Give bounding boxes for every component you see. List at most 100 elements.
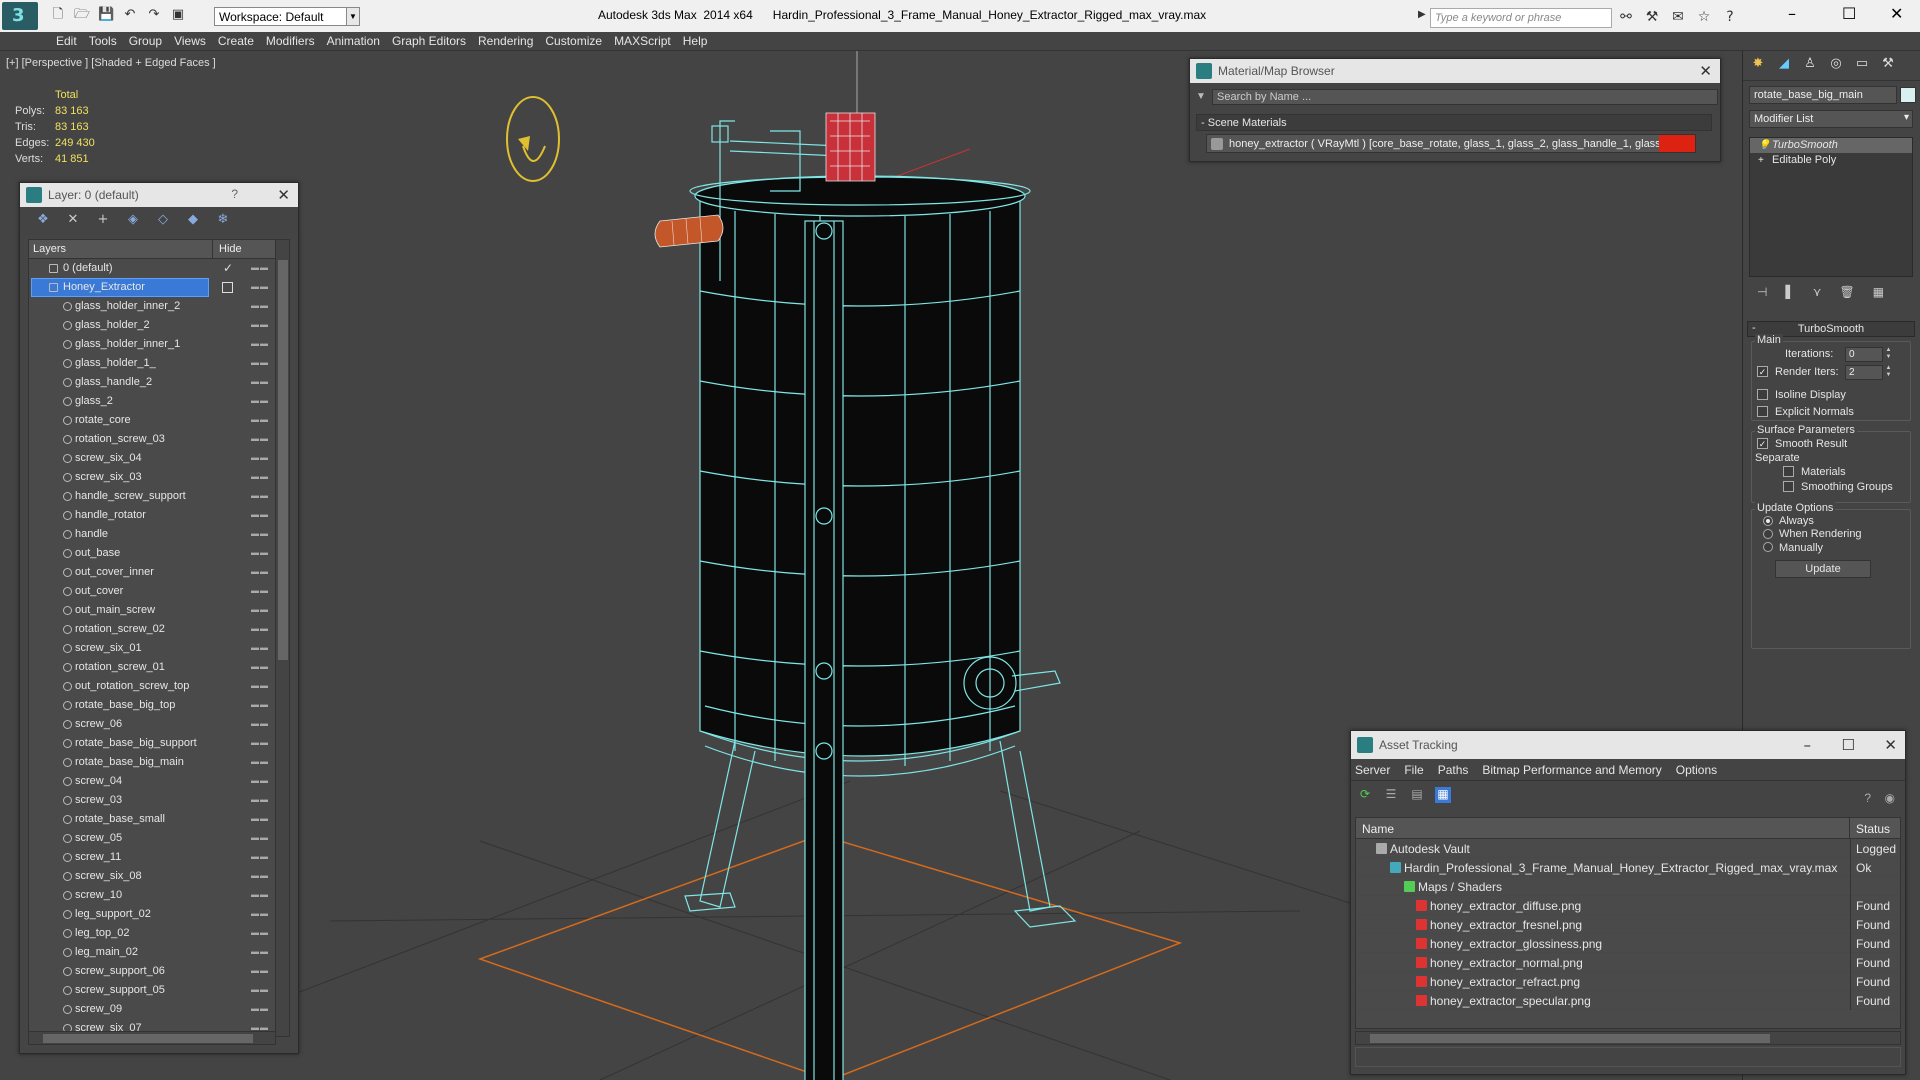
- hide-toggle[interactable]: ▬▬: [251, 738, 269, 747]
- viewport-label[interactable]: [+] [Perspective ] [Shaded + Edged Faces…: [6, 57, 216, 69]
- hide-toggle[interactable]: ▬▬: [251, 263, 269, 272]
- workspace-menu-arrow[interactable]: ▼: [346, 7, 360, 26]
- add-selection-icon[interactable]: +: [94, 211, 112, 229]
- hide-toggle[interactable]: ▬▬: [251, 985, 269, 994]
- hide-toggle[interactable]: ▬▬: [251, 358, 269, 367]
- layer-object-row[interactable]: screw_support_06 ▬▬: [29, 962, 289, 981]
- material-item[interactable]: honey_extractor ( VRayMtl ) [core_base_r…: [1206, 134, 1696, 153]
- asset-row[interactable]: Hardin_Professional_3_Frame_Manual_Honey…: [1356, 858, 1900, 877]
- layer-object-row[interactable]: screw_six_08 ▬▬: [29, 867, 289, 886]
- hide-toggle[interactable]: ▬▬: [251, 928, 269, 937]
- layer-object-row[interactable]: screw_six_01 ▬▬: [29, 639, 289, 658]
- layer-object-row[interactable]: out_cover ▬▬: [29, 582, 289, 601]
- hide-toggle[interactable]: ▬▬: [251, 871, 269, 880]
- layer-object-row[interactable]: screw_09 ▬▬: [29, 1000, 289, 1019]
- table-view-icon[interactable]: ▦: [1435, 787, 1451, 803]
- hide-toggle[interactable]: ▬▬: [251, 605, 269, 614]
- render-iters-spinner[interactable]: 2: [1845, 365, 1883, 380]
- layer-object-row[interactable]: rotate_core ▬▬: [29, 411, 289, 430]
- layer-object-row[interactable]: glass_2 ▬▬: [29, 392, 289, 411]
- layer-object-row[interactable]: leg_top_02 ▬▬: [29, 924, 289, 943]
- layer-object-row[interactable]: rotation_screw_03 ▬▬: [29, 430, 289, 449]
- menu-edit[interactable]: Edit: [56, 32, 89, 50]
- layer-object-row[interactable]: out_main_screw ▬▬: [29, 601, 289, 620]
- remove-modifier-icon[interactable]: 🗑: [1839, 285, 1854, 305]
- modifier-turbosmooth[interactable]: 💡 TurboSmooth: [1750, 138, 1912, 153]
- utilities-tab-icon[interactable]: ⚒: [1879, 56, 1897, 74]
- undo-icon[interactable]: ↶: [122, 7, 138, 23]
- hide-toggle[interactable]: ▬▬: [251, 434, 269, 443]
- layer-object-row[interactable]: screw_six_03 ▬▬: [29, 468, 289, 487]
- hide-toggle[interactable]: ▬▬: [251, 320, 269, 329]
- delete-layer-icon[interactable]: ✕: [64, 211, 82, 229]
- asset-row[interactable]: honey_extractor_refract.png Found: [1356, 972, 1900, 991]
- hide-toggle[interactable]: ▬▬: [251, 301, 269, 310]
- update-when-rendering-radio[interactable]: [1763, 529, 1773, 539]
- select-objects-icon[interactable]: ◈: [124, 211, 142, 229]
- freeze-all-icon[interactable]: ❄: [214, 211, 232, 229]
- hide-toggle[interactable]: ▬▬: [251, 339, 269, 348]
- asset-row[interactable]: Maps / Shaders: [1356, 877, 1900, 896]
- subscription-icon[interactable]: ⚒: [1642, 8, 1662, 26]
- hide-toggle[interactable]: ▬▬: [251, 700, 269, 709]
- menu-graph-editors[interactable]: Graph Editors: [392, 32, 478, 50]
- menu-maxscript[interactable]: MAXScript: [614, 32, 683, 50]
- help-search-input[interactable]: Type a keyword or phrase: [1430, 8, 1612, 28]
- material-search-input[interactable]: Search by Name ...: [1212, 89, 1718, 105]
- favorites-star-icon[interactable]: ☆: [1694, 8, 1714, 26]
- layer-object-row[interactable]: rotate_base_big_main ▬▬: [29, 753, 289, 772]
- layer-object-row[interactable]: screw_05 ▬▬: [29, 829, 289, 848]
- iterations-spin-arrows[interactable]: ▲ ▼: [1884, 347, 1893, 362]
- layer-object-row[interactable]: screw_06 ▬▬: [29, 715, 289, 734]
- asset-menu-bitmap[interactable]: Bitmap Performance and Memory: [1482, 763, 1661, 780]
- communication-icon[interactable]: ✉: [1668, 8, 1688, 26]
- close-icon[interactable]: ✕: [1884, 736, 1897, 754]
- expand-plus-icon[interactable]: +: [1758, 155, 1764, 166]
- asset-menu-paths[interactable]: Paths: [1438, 763, 1469, 780]
- menu-help[interactable]: Help: [683, 32, 720, 50]
- asset-menu-options[interactable]: Options: [1676, 763, 1717, 780]
- active-layer-check-icon[interactable]: ✓: [223, 261, 233, 275]
- hide-toggle[interactable]: ▬▬: [251, 453, 269, 462]
- hide-column-header[interactable]: Hide: [213, 240, 253, 258]
- layer-object-row[interactable]: screw_six_04 ▬▬: [29, 449, 289, 468]
- layer-object-row[interactable]: screw_03 ▬▬: [29, 791, 289, 810]
- save-icon[interactable]: 💾: [98, 7, 114, 23]
- menu-views[interactable]: Views: [174, 32, 218, 50]
- menu-modifiers[interactable]: Modifiers: [266, 32, 327, 50]
- modify-tab-icon[interactable]: ◢: [1775, 56, 1793, 74]
- open-file-icon[interactable]: 🗁: [74, 7, 90, 23]
- update-always-radio[interactable]: [1763, 516, 1773, 526]
- hide-toggle[interactable]: ▬▬: [251, 567, 269, 576]
- separate-smoothing-groups-checkbox[interactable]: [1783, 481, 1794, 492]
- layer-object-row[interactable]: glass_holder_2 ▬▬: [29, 316, 289, 335]
- close-icon[interactable]: ✕: [1890, 4, 1903, 23]
- asset-menu-file[interactable]: File: [1404, 763, 1423, 780]
- name-column-header[interactable]: Name: [1356, 818, 1850, 838]
- layer-object-row[interactable]: glass_handle_2 ▬▬: [29, 373, 289, 392]
- maximize-icon[interactable]: ☐: [1842, 4, 1856, 23]
- layer-object-row[interactable]: screw_11 ▬▬: [29, 848, 289, 867]
- explicit-normals-checkbox[interactable]: [1757, 406, 1768, 417]
- layer-object-row[interactable]: out_rotation_screw_top ▬▬: [29, 677, 289, 696]
- layer-row-honey-extractor[interactable]: Honey_Extractor ▬▬: [29, 278, 289, 297]
- workspace-dropdown[interactable]: Workspace: Default▾: [214, 7, 360, 26]
- hide-toggle[interactable]: ▬▬: [251, 415, 269, 424]
- hide-toggle[interactable]: ▬▬: [251, 776, 269, 785]
- make-unique-icon[interactable]: ⋎: [1813, 285, 1822, 305]
- menu-animation[interactable]: Animation: [327, 32, 392, 50]
- hide-toggle[interactable]: ▬▬: [251, 719, 269, 728]
- layer-object-row[interactable]: rotate_base_big_support ▬▬: [29, 734, 289, 753]
- hide-toggle[interactable]: ▬▬: [251, 510, 269, 519]
- hide-toggle[interactable]: ▬▬: [251, 947, 269, 956]
- layer-object-row[interactable]: handle_rotator ▬▬: [29, 506, 289, 525]
- hide-toggle[interactable]: ▬▬: [251, 491, 269, 500]
- hide-toggle[interactable]: ▬▬: [251, 757, 269, 766]
- hide-toggle[interactable]: ▬▬: [251, 624, 269, 633]
- layer-object-row[interactable]: screw_10 ▬▬: [29, 886, 289, 905]
- layer-object-row[interactable]: glass_holder_inner_1 ▬▬: [29, 335, 289, 354]
- asset-row[interactable]: honey_extractor_glossiness.png Found: [1356, 934, 1900, 953]
- help-search-icon[interactable]: ?: [1864, 791, 1871, 805]
- layer-object-row[interactable]: rotation_screw_01 ▬▬: [29, 658, 289, 677]
- menu-rendering[interactable]: Rendering: [478, 32, 545, 50]
